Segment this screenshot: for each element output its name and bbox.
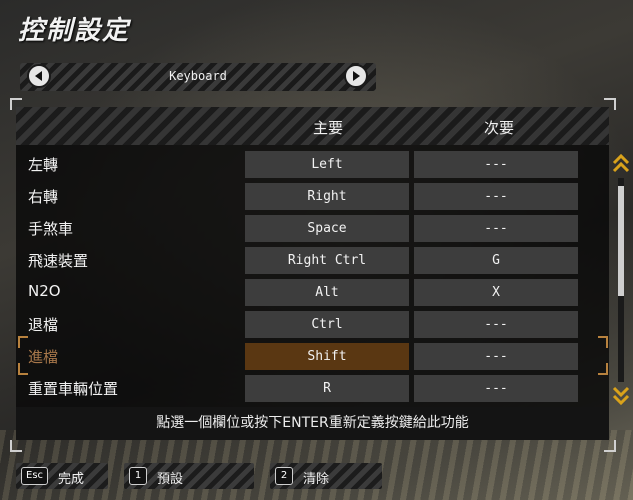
device-label: Keyboard [169, 69, 227, 83]
primary-key-cell[interactable]: Space [245, 215, 409, 242]
primary-key-cell[interactable]: R [245, 375, 409, 402]
secondary-column-header: 次要 [484, 119, 515, 137]
secondary-key-cell[interactable]: G [414, 247, 578, 274]
primary-key-cell[interactable]: Shift [245, 343, 409, 370]
control-row: 左轉 Left --- [16, 150, 609, 178]
action-label: 進檔 [28, 348, 59, 366]
control-row: 重置車輛位置 R --- [16, 374, 609, 402]
page-title: 控制設定 [18, 16, 131, 46]
primary-column-header: 主要 [313, 119, 344, 137]
key-1-icon: 1 [129, 467, 147, 485]
secondary-key-cell[interactable]: --- [414, 151, 578, 178]
default-label: 預設 [157, 472, 184, 487]
action-label: 手煞車 [28, 220, 74, 238]
device-selector: Keyboard [20, 63, 376, 91]
control-row: 右轉 Right --- [16, 182, 609, 210]
secondary-key-cell[interactable]: --- [414, 311, 578, 338]
arrow-right-icon[interactable] [344, 64, 368, 88]
double-chevron-down-icon[interactable] [611, 383, 631, 407]
secondary-key-cell[interactable]: --- [414, 375, 578, 402]
control-row: 飛速裝置 Right Ctrl G [16, 246, 609, 274]
action-label: N2O [28, 282, 61, 300]
scrollbar[interactable] [611, 152, 631, 407]
action-label: 左轉 [28, 156, 59, 174]
selection-bracket [18, 336, 28, 348]
double-chevron-up-icon[interactable] [611, 152, 631, 176]
control-row: 手煞車 Space --- [16, 214, 609, 242]
control-row: N2O Alt X [16, 278, 609, 306]
selection-bracket [18, 363, 28, 375]
action-label: 右轉 [28, 188, 59, 206]
done-label: 完成 [58, 472, 85, 487]
action-label: 退檔 [28, 316, 59, 334]
done-button[interactable]: Esc 完成 [16, 463, 108, 489]
clear-label: 清除 [303, 472, 330, 487]
selection-bracket [598, 336, 608, 348]
key-2-icon: 2 [275, 467, 293, 485]
arrow-left-icon[interactable] [27, 64, 51, 88]
hint-text: 點選一個欄位或按下ENTER重新定義按鍵給此功能 [16, 407, 609, 440]
selection-bracket [598, 363, 608, 375]
default-button[interactable]: 1 預設 [124, 463, 254, 489]
primary-key-cell[interactable]: Right Ctrl [245, 247, 409, 274]
esc-key-icon: Esc [21, 467, 49, 485]
clear-button[interactable]: 2 清除 [270, 463, 382, 489]
primary-key-cell[interactable]: Left [245, 151, 409, 178]
secondary-key-cell[interactable]: --- [414, 215, 578, 242]
secondary-key-cell[interactable]: --- [414, 343, 578, 370]
secondary-key-cell[interactable]: --- [414, 183, 578, 210]
primary-key-cell[interactable]: Ctrl [245, 311, 409, 338]
action-label: 重置車輛位置 [28, 380, 119, 398]
secondary-key-cell[interactable]: X [414, 279, 578, 306]
scroll-thumb[interactable] [618, 186, 624, 296]
action-label: 飛速裝置 [28, 252, 89, 270]
controls-panel: 主要 次要 左轉 Left --- 右轉 Right --- 手煞車 Space… [16, 107, 609, 440]
controls-header: 主要 次要 [16, 107, 609, 145]
primary-key-cell[interactable]: Alt [245, 279, 409, 306]
control-row-selected: 進檔 Shift --- [16, 342, 609, 370]
primary-key-cell[interactable]: Right [245, 183, 409, 210]
frame-corner [604, 440, 616, 452]
control-row: 退檔 Ctrl --- [16, 310, 609, 338]
frame-corner [10, 440, 22, 452]
